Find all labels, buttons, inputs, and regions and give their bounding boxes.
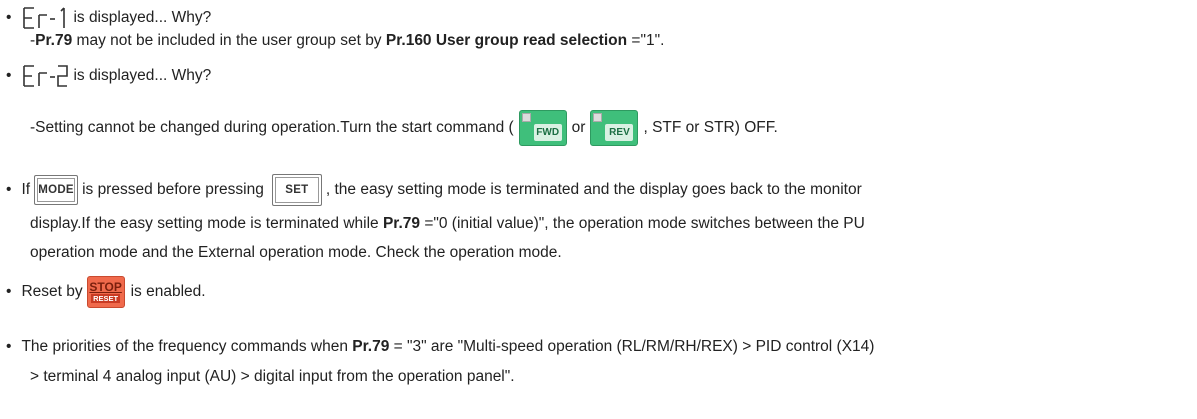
item-mode-line1: • If MODE is pressed before pressing SET… <box>6 173 862 207</box>
item-er2-detail: -Setting cannot be changed during operat… <box>30 110 778 146</box>
item-er1-title-text: is displayed... Why? <box>73 9 212 26</box>
rev-key-label: REV <box>605 123 634 141</box>
rev-key: REV <box>590 110 639 146</box>
bullet: • <box>6 338 12 355</box>
detail-b: , STF or STR) OFF. <box>643 119 778 136</box>
er1-display-code <box>23 7 66 29</box>
reset-text-b: is enabled. <box>130 283 206 300</box>
line2-b: ="0 (initial value)", the operation mode… <box>420 215 865 232</box>
bullet: • <box>6 9 12 26</box>
item-er1-title: • is displayed... Why? <box>6 6 211 30</box>
pr79-ref: Pr.79 <box>382 215 421 232</box>
detail-mid: may not be included in the user group se… <box>72 32 386 49</box>
prio-a: The priorities of the frequency commands… <box>21 338 353 355</box>
pr79-ref: Pr.79 <box>35 32 73 49</box>
item-er2-title: • is displayed... Why? <box>6 64 211 88</box>
lead-if: If <box>21 181 31 198</box>
rev-lamp-icon <box>593 113 603 122</box>
item-reset: • Reset by STOP RESET is enabled. <box>6 275 206 309</box>
prio-b: = "3" are "Multi-speed operation (RL/RM/… <box>389 338 875 355</box>
stop-reset-key: STOP RESET <box>86 276 125 308</box>
mode-text-b: , the easy setting mode is terminated an… <box>325 181 862 198</box>
pr160-ref: Pr.160 User group read selection <box>385 32 628 49</box>
bullet: • <box>6 181 12 198</box>
detail-end: ="1". <box>627 32 665 49</box>
mode-text-a: is pressed before pressing <box>82 181 264 198</box>
er2-display-code <box>23 65 69 87</box>
item-mode-line2: display.If the easy setting mode is term… <box>30 215 865 233</box>
detail-a: -Setting cannot be changed during operat… <box>30 119 514 136</box>
stop-label: STOP <box>89 280 122 294</box>
line3: operation mode and the External operatio… <box>30 244 562 261</box>
item-priority-line2: > terminal 4 analog input (AU) > digital… <box>30 368 515 386</box>
item-er2-title-text: is displayed... Why? <box>73 67 212 84</box>
fwd-key-label: FWD <box>533 123 562 141</box>
pr79-ref: Pr.79 <box>352 338 390 355</box>
mode-key: MODE <box>34 175 79 205</box>
item-priority-line1: • The priorities of the frequency comman… <box>6 338 874 356</box>
item-er1-detail: - Pr.79 may not be included in the user g… <box>30 32 664 50</box>
set-key: SET <box>271 174 322 206</box>
reset-text-a: Reset by <box>21 283 83 300</box>
line2-a: display.If the easy setting mode is term… <box>30 215 383 232</box>
fwd-key: FWD <box>518 110 567 146</box>
item-mode-line3: operation mode and the External operatio… <box>30 244 562 262</box>
fwd-lamp-icon <box>521 113 531 122</box>
reset-label: RESET <box>91 294 121 303</box>
detail-or: or <box>571 119 586 136</box>
bullet: • <box>6 67 12 84</box>
bullet: • <box>6 283 12 300</box>
prio-line2: > terminal 4 analog input (AU) > digital… <box>30 368 515 385</box>
